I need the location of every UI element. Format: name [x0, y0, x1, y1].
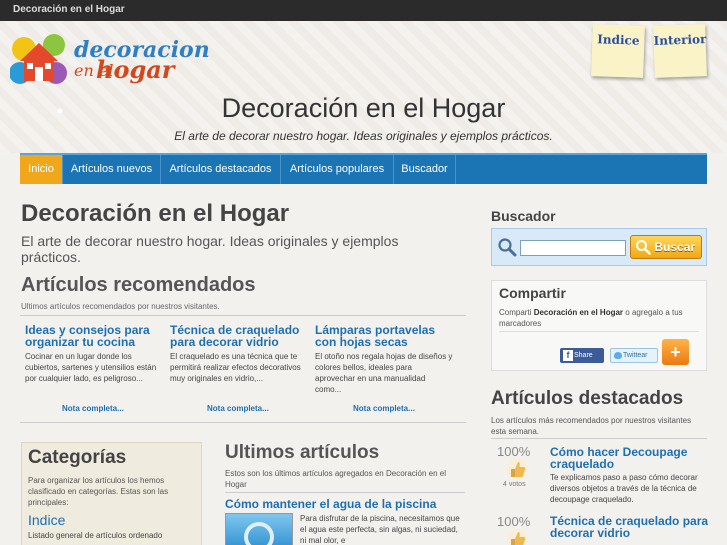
category-link-indice[interactable]: Indice [28, 512, 65, 528]
share-text: Comparti Decoración en el Hogar o agrega… [499, 307, 704, 329]
search-button-label: Buscar [654, 240, 695, 254]
site-title: Decoración en el Hogar [221, 93, 506, 123]
categories-text: Para organizar los artículos los hemos c… [28, 476, 169, 507]
share-site-name: Decoración en el Hogar [533, 308, 624, 317]
magnifier-icon [498, 238, 517, 257]
latest-item-title[interactable]: Cómo mantener el agua de la piscina [225, 497, 436, 511]
note-label: Interior [653, 32, 707, 48]
search-box: Buscar [491, 228, 707, 266]
search-heading: Buscador [491, 208, 556, 224]
featured-item-title[interactable]: Técnica de craquelado para decorar vidri… [550, 515, 710, 539]
divider [20, 422, 466, 423]
facebook-share-label: Share [574, 352, 593, 359]
nav-item-inicio[interactable]: Inicio [20, 155, 63, 184]
pool-ring [244, 522, 274, 545]
category-desc: Listado general de artículos ordenado [28, 531, 163, 540]
read-more-link[interactable]: Nota completa... [207, 404, 269, 413]
nav-item-articulos-nuevos[interactable]: Artículos nuevos [63, 155, 161, 184]
read-more-link[interactable]: Nota completa... [353, 404, 415, 413]
latest-heading: Ultimos artículos [225, 442, 380, 463]
read-more-link[interactable]: Nota completa... [62, 404, 124, 413]
recommended-subtitle: Ultimos artículos recomendados por nuest… [21, 302, 220, 311]
recommended-heading: Artículos recomendados [21, 274, 256, 296]
twitter-share-label: Twittear [623, 352, 648, 359]
share-heading: Compartir [499, 285, 566, 301]
recommended-item-text: El craquelado es una técnica que te perm… [170, 352, 301, 383]
search-button[interactable]: Buscar [630, 235, 702, 259]
top-bar: Decoración en el Hogar [0, 0, 727, 21]
site-logo[interactable]: decoracion en el hogar [10, 27, 210, 87]
recommended-item-text: El otoño nos regala hojas de diseños y c… [315, 352, 453, 394]
logo-text-hogar: hogar [96, 55, 175, 84]
latest-subtitle: Estos son los últimos artículos agregado… [225, 469, 447, 489]
featured-item-title[interactable]: Cómo hacer Decoupage craquelado [550, 446, 710, 470]
recommended-item-title[interactable]: Ideas y consejos para organizar tu cocin… [25, 324, 163, 348]
recommended-item-title[interactable]: Técnica de craquelado para decorar vidri… [170, 324, 308, 348]
page-title: Decoración en el Hogar [21, 200, 290, 227]
latest-item-text: Para disfrutar de la piscina, necesitamo… [300, 514, 460, 545]
note-link-indice[interactable]: Indice [591, 24, 645, 78]
house-logo-icon [10, 34, 67, 84]
thumbs-up-icon[interactable] [506, 528, 528, 545]
featured-item-text: Te explicamos paso a paso cómo decorar d… [550, 473, 698, 504]
featured-percent: 100% [497, 444, 531, 459]
main-nav: Inicio Artículos nuevos Artículos destac… [20, 153, 707, 184]
recommended-item-title[interactable]: Lámparas portavelas con hojas secas [315, 324, 453, 348]
divider [491, 438, 707, 439]
page-intro: El arte de decorar nuestro hogar. Ideas … [21, 233, 399, 265]
facebook-icon: f [563, 350, 573, 361]
categories-box: Categorías Para organizar los artículos … [21, 442, 202, 545]
note-link-interior[interactable]: Interior [653, 24, 707, 78]
top-bar-title[interactable]: Decoración en el Hogar [13, 4, 125, 15]
thumbs-up-icon[interactable] [506, 458, 528, 480]
twitter-share-button[interactable]: Twittear [610, 348, 658, 363]
share-text-prefix: Comparti [499, 308, 532, 317]
facebook-share-button[interactable]: f Share [560, 348, 604, 363]
featured-votes: 4 votos [503, 481, 526, 488]
recommended-item: Lámparas portavelas con hojas secas El o… [315, 324, 453, 395]
recommended-item-text: Cocinar en un lugar donde los cubiertos,… [25, 352, 157, 383]
divider [20, 315, 466, 316]
divider [225, 492, 465, 493]
divider [499, 331, 699, 332]
site-header: decoracion en el hogar Indice Interior D… [0, 21, 727, 153]
featured-subtitle: Los artículos más recomendados por nuest… [491, 416, 692, 436]
twitter-bird-icon [614, 352, 622, 359]
nav-item-buscador[interactable]: Buscador [394, 155, 456, 184]
featured-percent: 100% [497, 514, 531, 529]
search-icon [636, 240, 651, 255]
recommended-item: Técnica de craquelado para decorar vidri… [170, 324, 308, 384]
search-input[interactable] [520, 240, 626, 256]
site-tagline: El arte de decorar nuestro hogar. Ideas … [174, 129, 553, 143]
nav-item-articulos-populares[interactable]: Artículos populares [281, 155, 394, 184]
nav-item-articulos-destacados[interactable]: Artículos destacados [161, 155, 281, 184]
add-bookmark-button[interactable]: + [662, 339, 689, 365]
pool-thumbnail-image[interactable] [225, 513, 293, 545]
recommended-item: Ideas y consejos para organizar tu cocin… [25, 324, 163, 384]
featured-heading: Artículos destacados [491, 388, 684, 409]
share-box: Compartir Comparti Decoración en el Hoga… [491, 280, 707, 371]
note-label: Indice [597, 32, 640, 48]
categories-heading: Categorías [28, 447, 127, 468]
